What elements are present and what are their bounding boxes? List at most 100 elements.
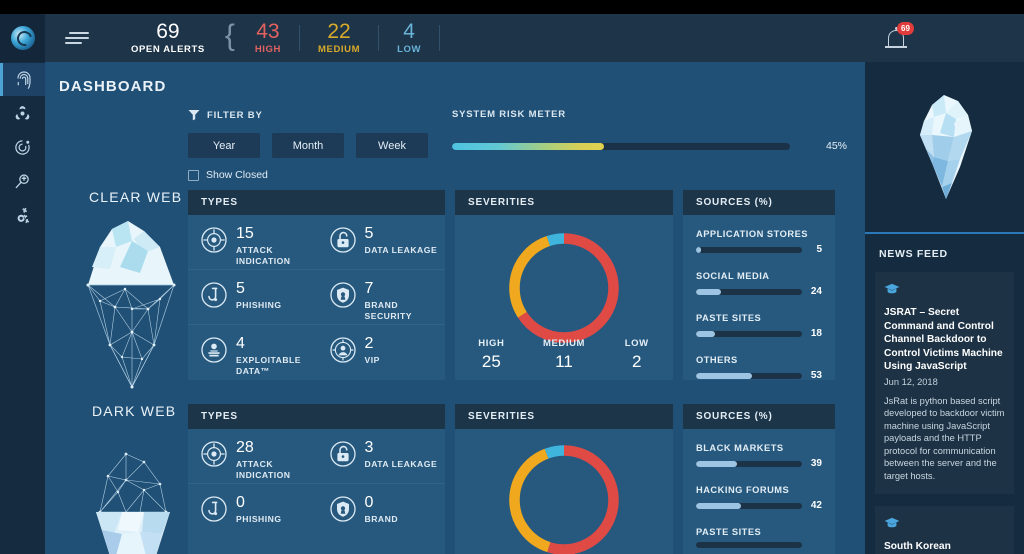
filter-month-button[interactable]: Month bbox=[272, 133, 344, 158]
notifications-button[interactable]: 69 bbox=[885, 22, 914, 48]
gear-icon bbox=[17, 207, 29, 223]
panel-severities-dark-web: SEVERITIES bbox=[455, 404, 673, 554]
panel-title: SEVERITIES bbox=[468, 411, 535, 422]
source-row: OTHERS 53 bbox=[696, 355, 822, 381]
stat-medium[interactable]: 22 MEDIUM bbox=[300, 20, 378, 56]
fingerprint-icon bbox=[17, 70, 31, 89]
notification-badge: 69 bbox=[897, 22, 914, 35]
type-cell[interactable]: 2 VIP bbox=[317, 325, 446, 380]
source-row: PASTE SITES 18 bbox=[696, 313, 822, 339]
type-value: 15 bbox=[236, 225, 254, 242]
sources-list-dark-web: BLACK MARKETS 39 HACKING FORUMS 42 PASTE SIT… bbox=[683, 429, 835, 548]
source-label: PASTE SITES bbox=[696, 527, 762, 537]
risk-meter-track[interactable] bbox=[452, 142, 790, 150]
panel-types-dark-web: TYPES 28 ATTACK INDICATION 3 DATA LEAKAGE 0 P… bbox=[188, 404, 445, 554]
type-value: 0 bbox=[364, 494, 374, 511]
source-value: 18 bbox=[810, 328, 822, 339]
type-value: 28 bbox=[236, 439, 254, 456]
panel-title: TYPES bbox=[201, 197, 238, 208]
show-closed-checkbox[interactable] bbox=[188, 169, 199, 181]
low-label: LOW bbox=[397, 44, 422, 55]
source-bar-track bbox=[696, 460, 802, 467]
news-item[interactable]: South Korean bbox=[875, 506, 1014, 554]
news-headline: South Korean bbox=[884, 541, 951, 552]
severity-label: HIGH bbox=[478, 338, 505, 349]
severity-legend-item: HIGH 25 bbox=[455, 338, 528, 372]
sidebar-rail bbox=[0, 62, 45, 554]
news-item[interactable]: JSRAT – Secret Command and Control Chann… bbox=[875, 272, 1014, 494]
sidebar-item-threats[interactable] bbox=[0, 97, 45, 130]
type-cell[interactable]: 7 BRAND SECURITY bbox=[316, 270, 445, 325]
graduation-cap-icon bbox=[884, 516, 1005, 534]
source-value: 39 bbox=[810, 458, 822, 469]
severities-donut-clear-web: HIGH 25 MEDIUM 11 LOW 2 bbox=[455, 215, 673, 380]
type-value: 0 bbox=[236, 494, 245, 511]
graduation-cap-icon bbox=[884, 282, 1005, 300]
low-value: 4 bbox=[403, 20, 415, 43]
type-cell[interactable]: 4 EXPLOITABLE DATA™ bbox=[188, 325, 317, 380]
biohazard-icon bbox=[15, 106, 30, 120]
section-label-dark-web: DARK WEB bbox=[92, 403, 177, 419]
spiral-logo-icon bbox=[10, 26, 35, 50]
type-cell[interactable]: 3 DATA LEAKAGE bbox=[316, 429, 445, 484]
source-bar-track bbox=[696, 502, 802, 509]
medium-value: 22 bbox=[327, 20, 351, 43]
type-value: 5 bbox=[236, 280, 245, 297]
medium-label: MEDIUM bbox=[318, 44, 361, 55]
source-bar-fill bbox=[696, 246, 702, 253]
panel-title: SOURCES (%) bbox=[696, 411, 773, 422]
app-logo[interactable] bbox=[0, 14, 45, 62]
show-closed-toggle[interactable]: Show Closed bbox=[188, 169, 453, 181]
open-padlock-icon bbox=[329, 227, 356, 258]
severity-label: MEDIUM bbox=[542, 338, 586, 349]
type-label: VIP bbox=[364, 355, 380, 365]
type-cell[interactable]: 0 BRAND bbox=[317, 484, 446, 539]
severity-value: 11 bbox=[555, 352, 573, 371]
news-headline: JSRAT – Secret Command and Control Chann… bbox=[884, 307, 1003, 372]
type-value: 5 bbox=[364, 225, 374, 242]
panel-severities-clear-web: SEVERITIES HIGH 25 MEDIUM 11 LOW 2 bbox=[455, 190, 673, 380]
type-label: BRAND SECURITY bbox=[364, 300, 412, 321]
type-cell[interactable]: 5 DATA LEAKAGE bbox=[316, 215, 445, 270]
source-row: BLACK MARKETS 39 bbox=[696, 443, 822, 469]
source-row: APPLICATION STORES 5 bbox=[696, 229, 822, 255]
type-cell[interactable]: 0 PHISHING bbox=[188, 484, 317, 539]
source-row: HACKING FORUMS 42 bbox=[696, 485, 822, 511]
panel-title: TYPES bbox=[201, 411, 238, 422]
type-label: EXPLOITABLE DATA™ bbox=[236, 355, 302, 376]
filter-year-button[interactable]: Year bbox=[188, 133, 260, 158]
source-bar-fill bbox=[696, 330, 716, 337]
type-cell[interactable]: 5 PHISHING bbox=[188, 270, 317, 325]
panel-sources-clear-web: SOURCES (%) APPLICATION STORES 5 SOCIAL ME… bbox=[683, 190, 835, 381]
types-grid-dark-web: 28 ATTACK INDICATION 3 DATA LEAKAGE 0 PHISHIN… bbox=[188, 429, 445, 539]
open-padlock-icon bbox=[329, 441, 356, 472]
magnifier-icon bbox=[15, 174, 29, 189]
sidebar-item-settings[interactable] bbox=[0, 199, 45, 232]
target-radar-icon bbox=[15, 140, 30, 155]
right-panel: NEWS FEED JSRAT – Secret Command and Con… bbox=[865, 62, 1024, 554]
risk-meter-value: 45% bbox=[825, 140, 847, 152]
type-cell[interactable]: 28 ATTACK INDICATION bbox=[188, 429, 317, 484]
hamburger-menu-icon[interactable] bbox=[65, 32, 89, 44]
severity-value: 2 bbox=[631, 352, 642, 371]
type-label: ATTACK INDICATION bbox=[236, 245, 291, 266]
type-cell[interactable]: 15 ATTACK INDICATION bbox=[188, 215, 317, 270]
funnel-icon bbox=[188, 110, 200, 121]
filter-week-button[interactable]: Week bbox=[356, 133, 428, 158]
iceberg-dark-web bbox=[70, 430, 190, 554]
alert-summary: 69 OPEN ALERTS { 43 HIGH 22 MEDIUM 4 LOW bbox=[113, 19, 441, 57]
system-risk-meter: SYSTEM RISK METER 45% bbox=[452, 109, 847, 152]
sidebar-item-monitoring[interactable] bbox=[0, 131, 45, 164]
dashboard-app: 69 OPEN ALERTS { 43 HIGH 22 MEDIUM 4 LOW… bbox=[0, 0, 1024, 554]
sidebar-item-search[interactable] bbox=[0, 165, 45, 198]
fish-hook-icon bbox=[201, 282, 227, 313]
source-label: HACKING FORUMS bbox=[696, 485, 790, 495]
type-label: ATTACK INDICATION bbox=[236, 459, 291, 480]
stat-low[interactable]: 4 LOW bbox=[379, 20, 439, 56]
source-bar-track bbox=[696, 330, 802, 337]
sidebar-item-dashboard[interactable] bbox=[0, 63, 45, 96]
panel-sources-dark-web: SOURCES (%) BLACK MARKETS 39 HACKING FORUM… bbox=[683, 404, 835, 554]
stat-high[interactable]: 43 HIGH bbox=[237, 21, 299, 56]
type-label: PHISHING bbox=[236, 514, 282, 524]
stat-open-alerts[interactable]: 69 OPEN ALERTS bbox=[113, 21, 223, 56]
